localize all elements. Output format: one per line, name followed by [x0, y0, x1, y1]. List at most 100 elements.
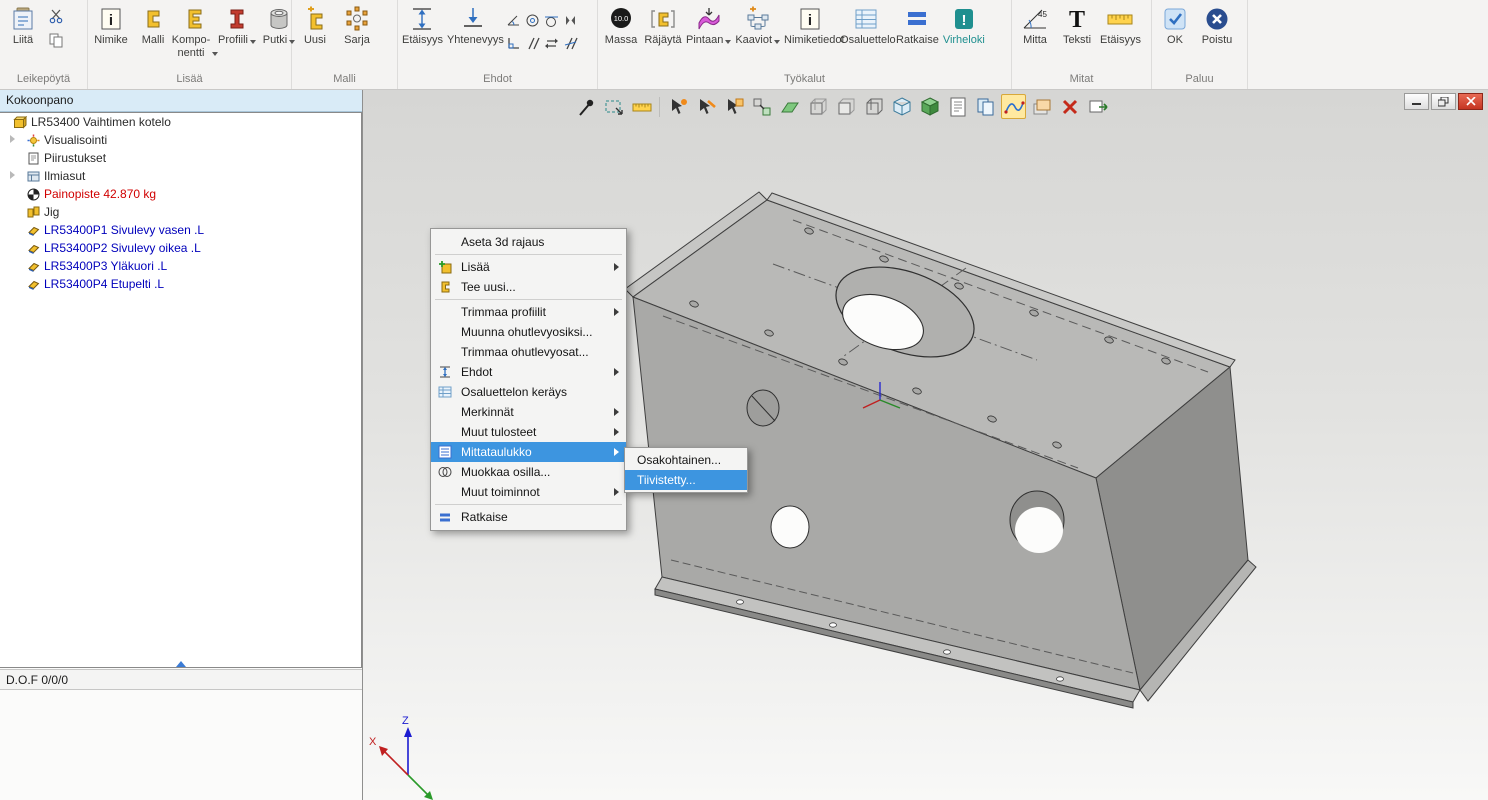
- swap-constraint-icon[interactable]: [543, 32, 561, 54]
- ribbon-group-malli: Uusi Sarja Malli: [292, 0, 398, 89]
- symmetry-constraint-icon[interactable]: [562, 9, 580, 31]
- submenu-item-osakohtainen[interactable]: Osakohtainen...: [625, 450, 747, 470]
- view-box-2-icon[interactable]: [833, 94, 858, 119]
- viewport-axes-triad: [379, 727, 433, 800]
- menu-item-ratkaise[interactable]: Ratkaise: [431, 507, 626, 527]
- copy-sheet-icon[interactable]: [973, 94, 998, 119]
- sheets-icon[interactable]: [1029, 94, 1054, 119]
- kaaviot-button[interactable]: Kaaviot: [733, 3, 782, 49]
- edit-parts-icon: [437, 465, 452, 479]
- etaisyys-ehto-button[interactable]: Etäisyys: [400, 3, 445, 49]
- delete-icon[interactable]: [1057, 94, 1082, 119]
- tree-item-painopiste[interactable]: Painopiste 42.870 kg: [0, 185, 361, 203]
- part-list-icon[interactable]: [945, 94, 970, 119]
- virheloki-button[interactable]: ! Virheloki: [941, 3, 987, 49]
- solid-view-icon[interactable]: [917, 94, 942, 119]
- tree-item-part-4[interactable]: LR53400P4 Etupelti .L: [0, 275, 361, 293]
- tree-item-jig[interactable]: Jig: [0, 203, 361, 221]
- axis-x-label: X: [369, 736, 377, 748]
- minimize-button[interactable]: [1404, 93, 1429, 110]
- svg-text:45: 45: [1038, 10, 1047, 19]
- copy-icon[interactable]: [46, 31, 66, 49]
- cut-icon[interactable]: [46, 7, 66, 25]
- menu-item-merkinnat[interactable]: Merkinnät: [431, 402, 626, 422]
- plane-icon[interactable]: [777, 94, 802, 119]
- uusi-button[interactable]: Uusi: [294, 3, 336, 49]
- svg-text:10.0: 10.0: [614, 14, 629, 23]
- ribbon-group-lisaa: i Nimike Malli Kompo-nentti: [88, 0, 292, 89]
- malli-button[interactable]: Malli: [132, 3, 174, 49]
- menu-item-lisaa[interactable]: Lisää: [431, 257, 626, 277]
- tree-item-ilmiasut[interactable]: Ilmiasut: [0, 167, 361, 185]
- angle-constraint-icon[interactable]: [505, 9, 523, 31]
- ok-check-icon: [1160, 5, 1190, 33]
- pick-face-icon[interactable]: [721, 94, 746, 119]
- view-box-1-icon[interactable]: [805, 94, 830, 119]
- perpendicular-constraint-icon[interactable]: [505, 32, 523, 54]
- menu-item-trimmaa-profiilit[interactable]: Trimmaa profiilit: [431, 302, 626, 322]
- menu-item-mittataulukko[interactable]: Mittataulukko: [431, 442, 626, 462]
- ok-button[interactable]: OK: [1154, 3, 1196, 49]
- nimiketiedot-button[interactable]: i Nimiketiedot: [782, 3, 838, 49]
- jig-icon: [27, 206, 40, 219]
- expander-icon[interactable]: [10, 135, 15, 143]
- pick-vertex-icon[interactable]: [665, 94, 690, 119]
- nimike-button[interactable]: i Nimike: [90, 3, 132, 49]
- yhtenevyys-button[interactable]: Yhtenevyys: [445, 3, 501, 49]
- tree-item-piirustukset[interactable]: Piirustukset: [0, 149, 361, 167]
- rajayta-button[interactable]: Räjäytä: [642, 3, 684, 49]
- menu-item-aseta-3d-rajaus[interactable]: Aseta 3d rajaus: [431, 232, 626, 252]
- osaluettelo-button[interactable]: Osaluettelo: [838, 3, 894, 49]
- poistu-button[interactable]: Poistu: [1196, 3, 1238, 49]
- menu-item-osaluettelon-kerays[interactable]: Osaluettelon keräys: [431, 382, 626, 402]
- pintaan-button[interactable]: Pintaan: [684, 3, 733, 49]
- tree-item-root-assembly[interactable]: LR53400 Vaihtimen kotelo: [0, 113, 361, 131]
- teksti-button[interactable]: T Teksti: [1056, 3, 1098, 49]
- mitta-button[interactable]: 45 Mitta: [1014, 3, 1056, 49]
- restore-button[interactable]: [1431, 93, 1456, 110]
- submenu-arrow-icon: [614, 263, 619, 271]
- paste-button[interactable]: Liitä: [2, 3, 44, 49]
- iso-view-icon[interactable]: [889, 94, 914, 119]
- menu-item-tee-uusi[interactable]: Tee uusi...: [431, 277, 626, 297]
- measure-icon[interactable]: [629, 94, 654, 119]
- menu-item-trimmaa-ohutlevyosat[interactable]: Trimmaa ohutlevyosat...: [431, 342, 626, 362]
- etaisyys-mitta-button[interactable]: Etäisyys: [1098, 3, 1143, 49]
- tangent-constraint-icon[interactable]: [543, 9, 561, 31]
- komponentti-button[interactable]: Kompo-nentti: [174, 3, 216, 61]
- view-box-3-icon[interactable]: [861, 94, 886, 119]
- menu-item-muokkaa-osilla[interactable]: Muokkaa osilla...: [431, 462, 626, 482]
- window-controls: [1404, 93, 1483, 110]
- menu-item-muut-tulosteet[interactable]: Muut tulosteet: [431, 422, 626, 442]
- pick-edge-icon[interactable]: [693, 94, 718, 119]
- antiparallel-constraint-icon[interactable]: [562, 32, 580, 54]
- concentric-constraint-icon[interactable]: [524, 9, 542, 31]
- parallel-constraint-icon[interactable]: [524, 32, 542, 54]
- splitter-handle-icon[interactable]: [176, 661, 186, 667]
- zoom-selection-icon[interactable]: [601, 94, 626, 119]
- menu-item-muut-toiminnot[interactable]: Muut toiminnot: [431, 482, 626, 502]
- tree-item-visualisointi[interactable]: Visualisointi: [0, 131, 361, 149]
- submenu-item-tiivistetty[interactable]: Tiivistetty...: [625, 470, 747, 490]
- copy-drag-icon[interactable]: [749, 94, 774, 119]
- export-icon[interactable]: [1085, 94, 1110, 119]
- tree-item-part-3[interactable]: LR53400P3 Yläkuori .L: [0, 257, 361, 275]
- ratkaise-button[interactable]: Ratkaise: [894, 3, 941, 49]
- pin-icon[interactable]: [573, 94, 598, 119]
- new-part-icon: [437, 280, 452, 294]
- toolbar-separator: [659, 97, 660, 117]
- ribbon-group-ehdot: Etäisyys Yhtenevyys: [398, 0, 598, 89]
- sketch-icon[interactable]: [1001, 94, 1026, 119]
- menu-item-ehdot[interactable]: Ehdot: [431, 362, 626, 382]
- profiili-button[interactable]: Profiili: [216, 3, 258, 49]
- massa-button[interactable]: 10.0 Massa: [600, 3, 642, 49]
- dropdown-arrow-icon: [774, 40, 780, 44]
- menu-item-muunna-ohutlevyosiksi[interactable]: Muunna ohutlevyosiksi...: [431, 322, 626, 342]
- sarja-button[interactable]: Sarja: [336, 3, 378, 49]
- close-button[interactable]: [1458, 93, 1483, 110]
- assembly-icon: [13, 116, 27, 129]
- tree-item-part-1[interactable]: LR53400P1 Sivulevy vasen .L: [0, 221, 361, 239]
- viewport-3d[interactable]: Z X: [363, 90, 1488, 800]
- expander-icon[interactable]: [10, 171, 15, 179]
- tree-item-part-2[interactable]: LR53400P2 Sivulevy oikea .L: [0, 239, 361, 257]
